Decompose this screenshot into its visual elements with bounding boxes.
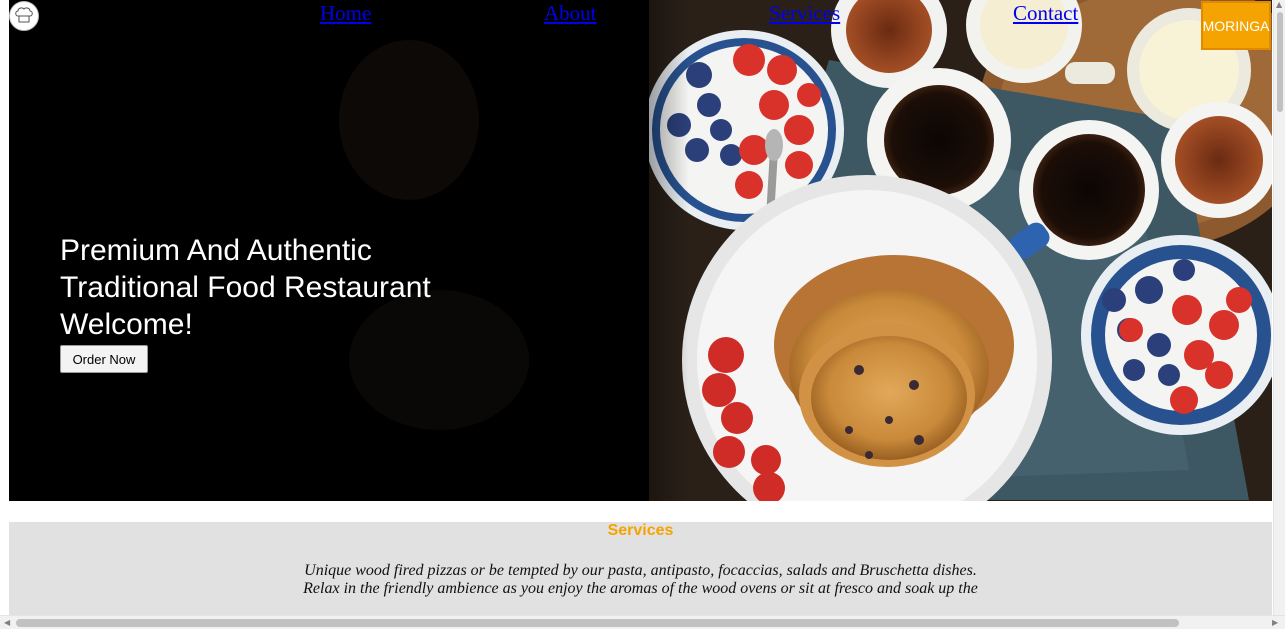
services-text-line: Relax in the friendly ambience as you en…: [303, 580, 978, 597]
page: Home About Services Contact MORINGA Prem…: [0, 0, 1285, 629]
hero-heading: Premium And Authentic Traditional Food R…: [60, 232, 530, 343]
vertical-scroll-thumb[interactable]: [1277, 12, 1283, 112]
vertical-scrollbar[interactable]: ▲: [1273, 0, 1285, 615]
nav-link-home[interactable]: Home: [320, 1, 371, 26]
nav-link-services[interactable]: Services: [769, 1, 840, 26]
hero-heading-line: Premium And Authentic: [60, 234, 372, 267]
logo[interactable]: [9, 1, 39, 31]
hero-heading-line: Welcome!: [60, 308, 193, 341]
chef-hat-icon: [15, 7, 33, 23]
scroll-left-icon[interactable]: ◀: [4, 618, 10, 627]
nav-link-about[interactable]: About: [544, 1, 597, 26]
services-section: Services Unique wood fired pizzas or be …: [9, 522, 1272, 622]
nav-link-contact[interactable]: Contact: [1013, 1, 1078, 26]
scroll-up-icon[interactable]: ▲: [1276, 0, 1282, 9]
services-title: Services: [607, 522, 674, 539]
order-now-button[interactable]: Order Now: [60, 345, 148, 373]
hero-heading-line: Traditional Food Restaurant: [60, 271, 431, 304]
services-text-line: Unique wood fired pizzas or be tempted b…: [304, 562, 977, 579]
services-description: Unique wood fired pizzas or be tempted b…: [9, 562, 1272, 598]
scroll-right-icon[interactable]: ▶: [1272, 618, 1278, 627]
brand-button[interactable]: MORINGA: [1201, 1, 1271, 50]
horizontal-scrollbar[interactable]: ◀ ▶: [0, 615, 1285, 629]
horizontal-scroll-thumb[interactable]: [16, 619, 1179, 627]
